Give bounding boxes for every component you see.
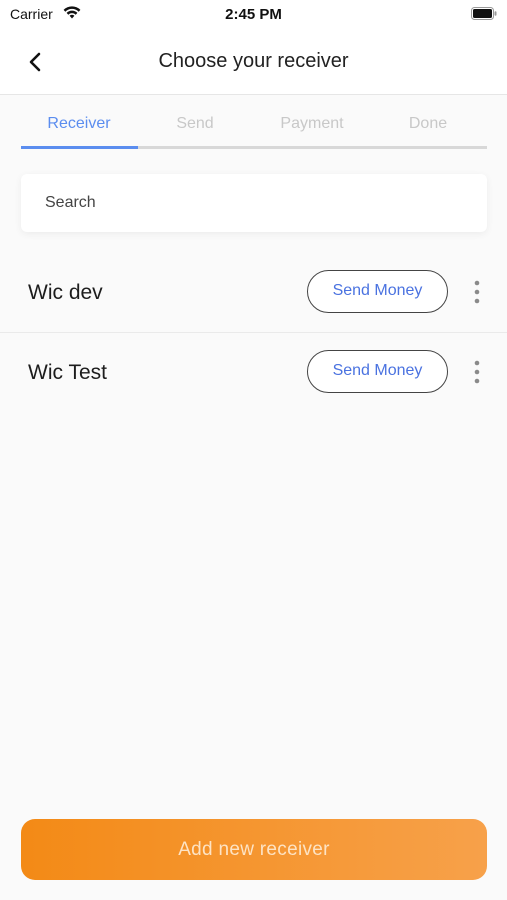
page-title: Choose your receiver <box>158 50 349 72</box>
step-payment[interactable]: Payment <box>254 108 370 146</box>
receiver-name: Wic Test <box>28 361 107 384</box>
step-send[interactable]: Send <box>137 108 253 146</box>
battery-icon <box>471 7 497 20</box>
back-button[interactable] <box>18 46 52 78</box>
more-vertical-icon[interactable] <box>468 357 486 387</box>
status-bar: Carrier 2:45 PM <box>0 0 507 30</box>
search-box <box>21 174 487 232</box>
step-receiver[interactable]: Receiver <box>21 108 137 146</box>
list-item[interactable]: Wic Test Send Money <box>0 332 507 412</box>
nav-bar: Choose your receiver <box>0 30 507 95</box>
carrier-label: Carrier <box>10 6 53 22</box>
step-done[interactable]: Done <box>370 108 486 146</box>
add-receiver-button[interactable]: Add new receiver <box>21 819 487 880</box>
wifi-icon <box>63 6 81 19</box>
receiver-name: Wic dev <box>28 281 103 304</box>
progress-stepper: Receiver Send Payment Done <box>21 108 487 150</box>
list-item[interactable]: Wic dev Send Money <box>0 253 507 332</box>
search-input[interactable] <box>21 174 487 232</box>
send-money-button[interactable]: Send Money <box>307 350 448 393</box>
chevron-left-icon <box>29 52 41 72</box>
more-vertical-icon[interactable] <box>468 277 486 307</box>
stepper-progress <box>21 146 138 149</box>
send-money-button[interactable]: Send Money <box>307 270 448 313</box>
receiver-list: Wic dev Send Money Wic Test Send Money <box>0 253 507 412</box>
